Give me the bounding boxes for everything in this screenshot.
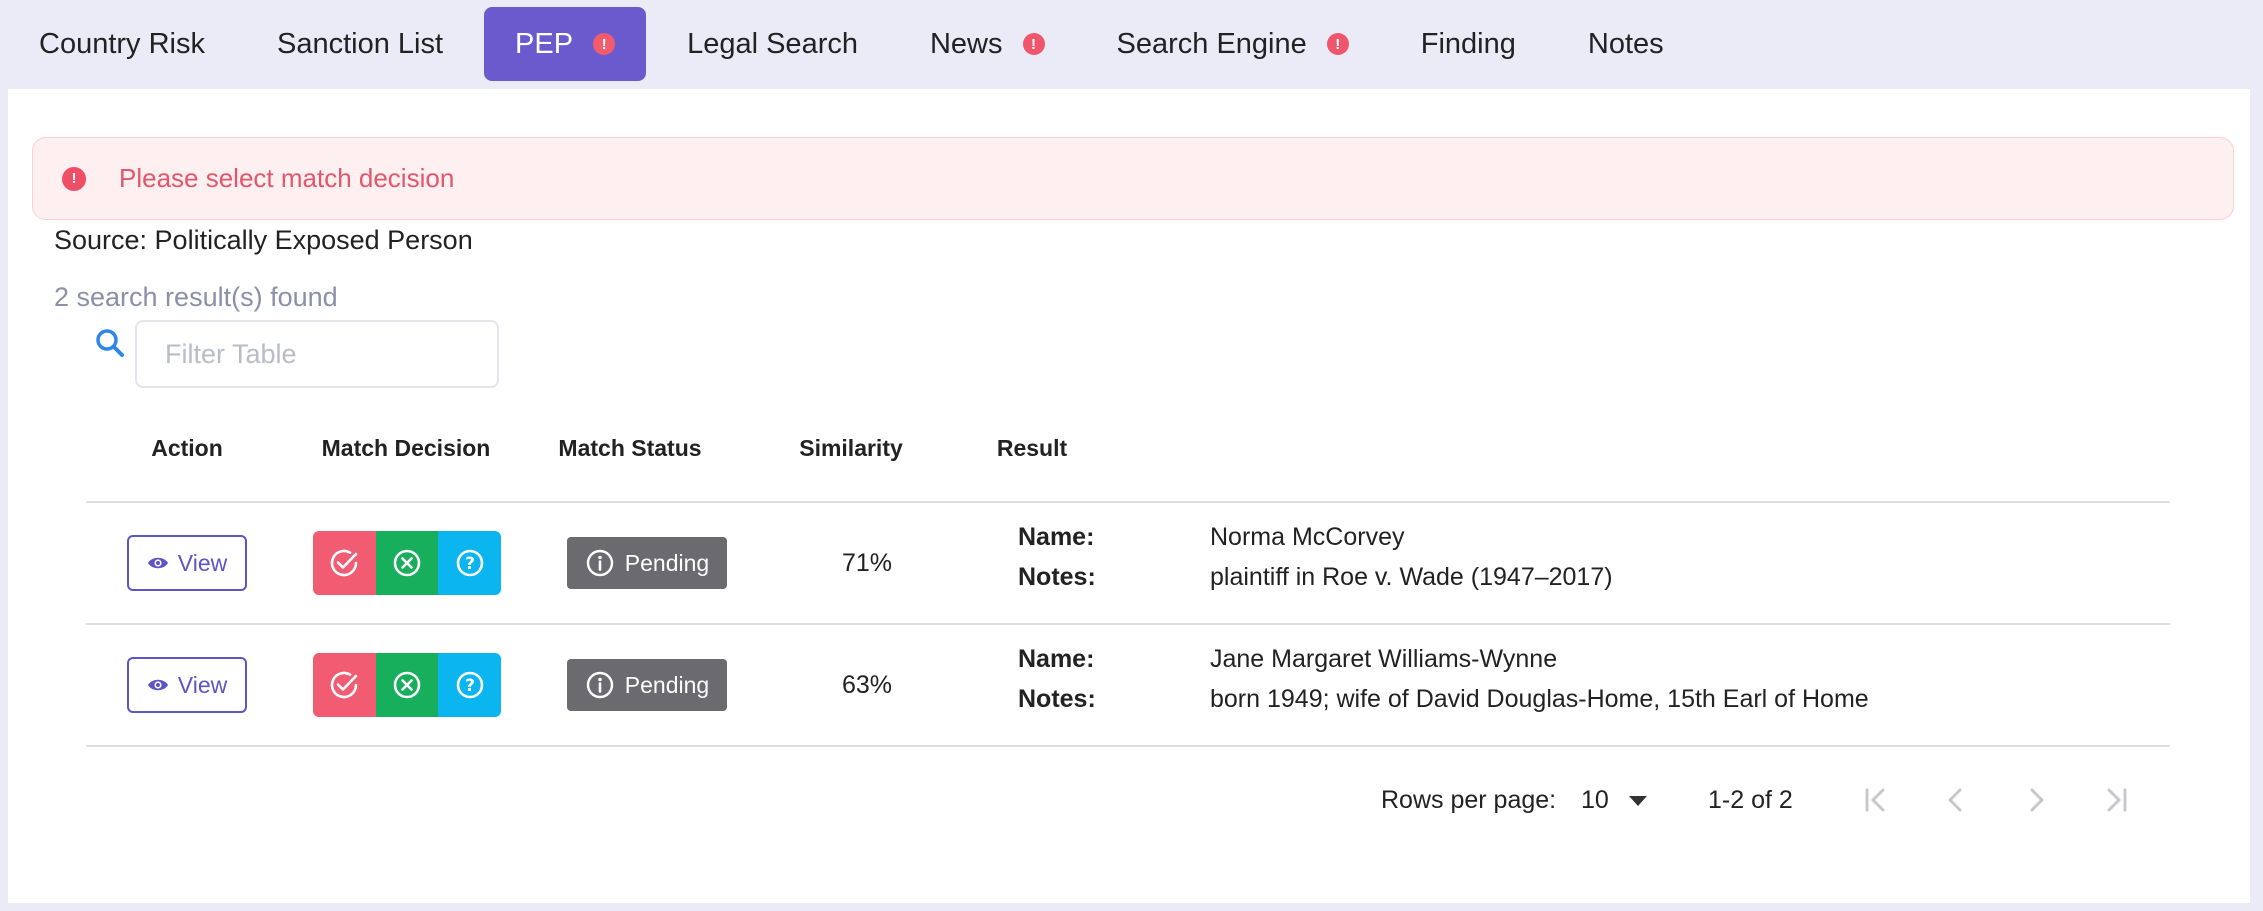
tab-label: News [929, 27, 1003, 60]
view-button-label: View [177, 671, 228, 698]
check-circle-icon [331, 671, 358, 699]
tab-finding[interactable]: Finding [1390, 7, 1547, 81]
result-notes-label: Notes: [1018, 685, 1096, 713]
caret-down-icon [1628, 795, 1647, 806]
alert-icon: ! [1022, 33, 1045, 55]
result-name-value: Jane Margaret Williams-Wynne [1210, 645, 1558, 673]
main-panel: ! Please select match decision Source: P… [8, 89, 2250, 903]
unsure-button[interactable]: ? [438, 531, 501, 595]
pagination-range: 1-2 of 2 [1708, 786, 1793, 814]
similarity-value: 63% [841, 671, 893, 699]
source-label: Source: Politically Exposed Person [54, 225, 473, 255]
previous-page-icon[interactable] [1938, 782, 1974, 818]
rows-per-page-label: Rows per page: [1381, 786, 1557, 814]
tab-bar: Country Risk Sanction List PEP! Legal Se… [0, 0, 2263, 88]
tab-label: Notes [1587, 27, 1664, 60]
check-circle-icon [331, 549, 358, 577]
tab-country-risk[interactable]: Country Risk [8, 7, 236, 81]
result-notes-value: plaintiff in Roe v. Wade (1947–2017) [1210, 563, 1613, 591]
match-button[interactable] [313, 653, 376, 717]
match-button[interactable] [313, 531, 376, 595]
match-decision-group: ? [313, 653, 501, 717]
status-badge: Pending [567, 659, 727, 711]
no-match-button[interactable] [375, 531, 439, 595]
x-circle-icon [393, 671, 421, 699]
tab-pep[interactable]: PEP! [484, 7, 647, 81]
rows-per-page-select[interactable]: 10 [1581, 786, 1647, 815]
alert-icon: ! [593, 33, 616, 55]
similarity-value: 71% [841, 549, 893, 577]
tab-label: Legal Search [687, 27, 858, 60]
alert-message: Please select match decision [119, 163, 455, 193]
tab-notes[interactable]: Notes [1557, 7, 1695, 81]
tab-label: PEP [515, 27, 574, 60]
status-badge: Pending [567, 537, 727, 589]
status-label: Pending [624, 549, 710, 576]
view-button[interactable]: View [127, 657, 247, 713]
result-name-value: Norma McCorvey [1210, 523, 1405, 551]
next-page-icon[interactable] [2018, 782, 2054, 818]
column-header-result: Result [996, 435, 1068, 461]
table-divider [86, 745, 2170, 747]
tab-news[interactable]: News! [899, 7, 1076, 81]
result-name-label: Name: [1018, 645, 1095, 673]
tab-search-engine[interactable]: Search Engine! [1086, 7, 1380, 81]
x-circle-icon [393, 549, 421, 577]
no-match-button[interactable] [375, 653, 439, 717]
alert-icon: ! [62, 166, 86, 191]
tab-label: Country Risk [39, 27, 205, 60]
tab-label: Sanction List [277, 27, 444, 60]
view-button[interactable]: View [127, 535, 247, 591]
first-page-icon[interactable] [1858, 782, 1894, 818]
tab-label: Search Engine [1116, 27, 1307, 60]
result-notes-label: Notes: [1018, 563, 1096, 591]
column-header-match-decision: Match Decision [321, 435, 491, 461]
rows-per-page-value: 10 [1581, 786, 1609, 814]
column-header-match-status: Match Status [558, 435, 702, 461]
alert-icon: ! [1326, 33, 1349, 55]
tab-label: Finding [1420, 27, 1516, 60]
result-notes-value: born 1949; wife of David Douglas-Home, 1… [1210, 685, 1869, 713]
tab-legal-search[interactable]: Legal Search [656, 7, 889, 81]
view-button-label: View [177, 549, 228, 576]
results-count: 2 search result(s) found [54, 282, 338, 312]
eye-icon [147, 679, 168, 691]
svg-text:?: ? [465, 676, 475, 696]
filter-table-input[interactable] [135, 320, 499, 388]
status-label: Pending [624, 671, 710, 698]
search-icon [96, 329, 124, 357]
table-divider [86, 501, 2170, 503]
unsure-button[interactable]: ? [438, 653, 501, 717]
tab-sanction-list[interactable]: Sanction List [246, 7, 474, 81]
match-decision-group: ? [313, 531, 501, 595]
question-circle-icon: ? [456, 671, 483, 699]
table-divider [86, 623, 2170, 625]
eye-icon [147, 557, 168, 569]
info-circle-icon [586, 671, 613, 699]
info-circle-icon [586, 549, 613, 577]
column-header-action: Action [151, 435, 223, 461]
alert-banner: ! Please select match decision [32, 137, 2234, 220]
svg-text:?: ? [465, 554, 475, 574]
column-header-similarity: Similarity [799, 435, 903, 461]
result-name-label: Name: [1018, 523, 1095, 551]
last-page-icon[interactable] [2098, 782, 2134, 818]
question-circle-icon: ? [456, 549, 483, 577]
